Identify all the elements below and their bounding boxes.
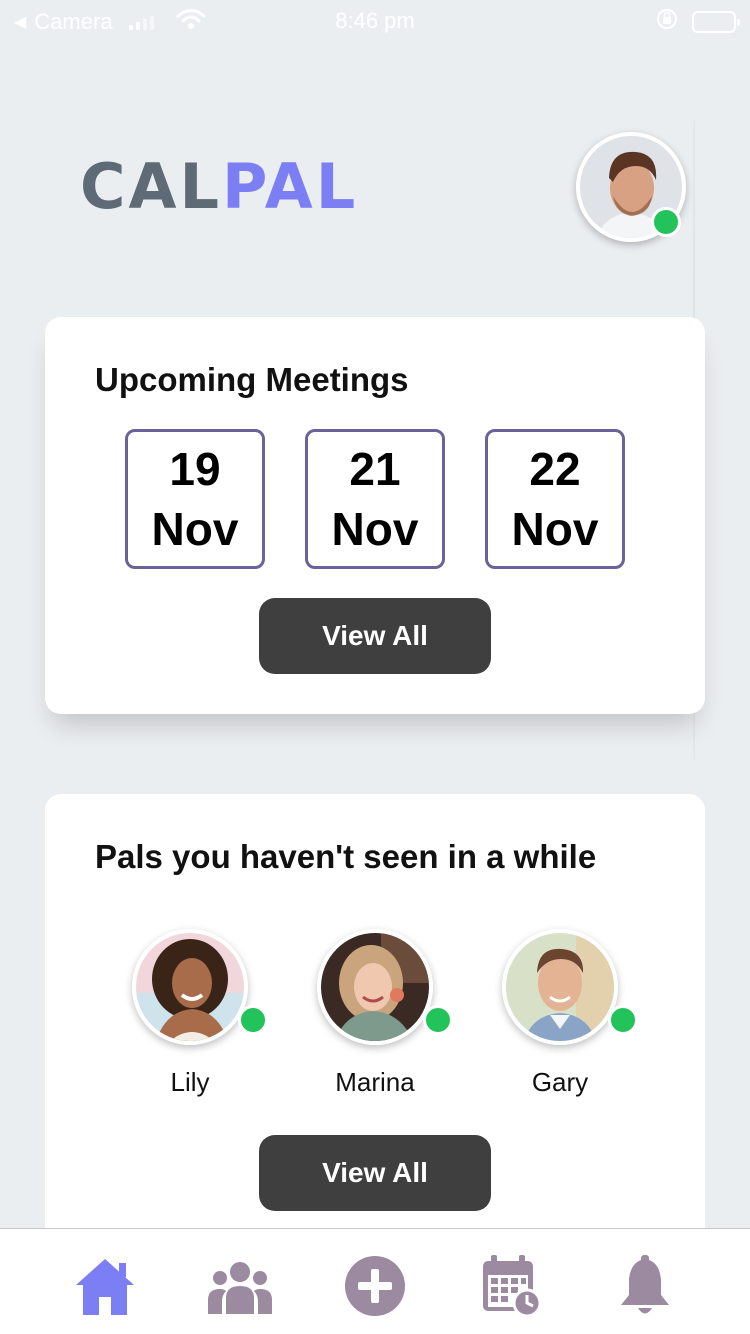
pal-photo xyxy=(506,933,614,1041)
upcoming-meetings-card: Upcoming Meetings 19 Nov 21 Nov 22 Nov V… xyxy=(45,317,705,714)
nav-pals[interactable] xyxy=(205,1251,275,1321)
pal-item-lily[interactable]: Lily xyxy=(110,929,270,1098)
battery-icon xyxy=(692,11,740,33)
meeting-month: Nov xyxy=(511,503,599,555)
pal-item-gary[interactable]: Gary xyxy=(480,929,640,1098)
pal-photo xyxy=(321,933,429,1041)
nav-home[interactable] xyxy=(70,1251,140,1321)
pal-item-marina[interactable]: Marina xyxy=(295,929,455,1098)
pals-card: Pals you haven't seen in a while Lily Ma… xyxy=(45,794,705,1254)
pal-name: Marina xyxy=(335,1067,415,1097)
status-time: 8:46 pm xyxy=(335,8,415,33)
nav-calendar[interactable] xyxy=(475,1251,545,1321)
rotation-lock-icon xyxy=(656,8,678,36)
view-all-pals-button[interactable]: View All xyxy=(259,1135,491,1211)
pal-online-indicator xyxy=(238,1005,268,1035)
avatar[interactable] xyxy=(132,929,248,1045)
pal-online-indicator xyxy=(608,1005,638,1035)
bottom-nav xyxy=(0,1228,750,1334)
bell-icon xyxy=(621,1255,669,1314)
nav-add[interactable] xyxy=(340,1251,410,1321)
pal-name: Lily xyxy=(170,1067,210,1097)
pals-title: Pals you haven't seen in a while xyxy=(95,838,597,875)
pal-photo xyxy=(136,933,244,1041)
calendar-icon xyxy=(483,1255,541,1317)
avatar[interactable] xyxy=(317,929,433,1045)
meeting-day: 19 xyxy=(169,443,221,495)
meeting-date-2[interactable]: 21 Nov xyxy=(305,429,445,569)
plus-circle-icon xyxy=(345,1256,405,1316)
pal-name: Gary xyxy=(531,1067,589,1097)
avatar[interactable] xyxy=(502,929,618,1045)
view-all-meetings-button[interactable]: View All xyxy=(259,598,491,674)
home-icon xyxy=(76,1259,134,1315)
profile-online-indicator xyxy=(651,207,681,237)
nav-notifications[interactable] xyxy=(610,1251,680,1321)
status-bar: ◀ Camera 8:46 pm xyxy=(0,0,750,40)
group-icon xyxy=(208,1262,272,1314)
upcoming-meetings-title: Upcoming Meetings xyxy=(95,361,409,398)
logo-text-cal: CAL xyxy=(80,150,222,223)
logo-text-pal: PAL xyxy=(222,150,359,223)
pal-online-indicator xyxy=(423,1005,453,1035)
meeting-date-1[interactable]: 19 Nov xyxy=(125,429,265,569)
meeting-month: Nov xyxy=(151,503,239,555)
meeting-day: 21 xyxy=(349,443,401,495)
meeting-date-3[interactable]: 22 Nov xyxy=(485,429,625,569)
meeting-month: Nov xyxy=(331,503,419,555)
app-logo: CALPAL xyxy=(80,150,358,223)
status-right xyxy=(656,8,740,36)
meeting-day: 22 xyxy=(529,443,581,495)
